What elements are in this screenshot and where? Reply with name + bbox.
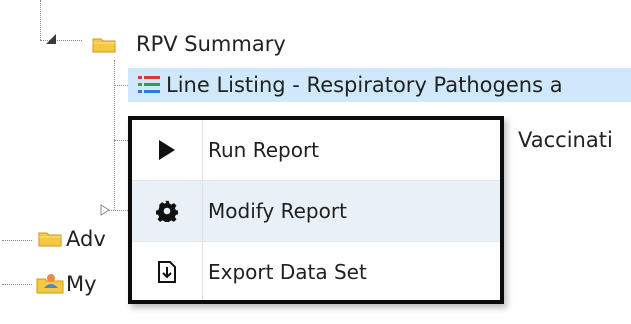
menu-item-label: Run Report bbox=[208, 138, 320, 162]
list-icon bbox=[138, 76, 160, 93]
menu-icon-column-divider bbox=[202, 120, 203, 300]
tree-connector bbox=[2, 240, 32, 241]
menu-item-label: Modify Report bbox=[208, 199, 347, 223]
user-folder-icon bbox=[36, 274, 64, 294]
tree-item-vaccination-partial[interactable]: Vaccinati bbox=[518, 126, 613, 154]
context-menu: Run Report Modify Report Export Data Set bbox=[128, 116, 504, 304]
tree-connector bbox=[114, 60, 115, 210]
tree-connector bbox=[40, 0, 41, 40]
menu-item-export-data-set[interactable]: Export Data Set bbox=[132, 242, 500, 302]
folder-icon bbox=[38, 232, 62, 247]
export-icon bbox=[132, 242, 202, 302]
tree-item-my[interactable]: My bbox=[66, 270, 97, 298]
collapse-arrow-icon[interactable] bbox=[44, 32, 58, 46]
menu-item-modify-report[interactable]: Modify Report bbox=[132, 181, 500, 241]
gear-icon bbox=[132, 181, 202, 241]
tree-item-rpv-summary[interactable]: RPV Summary bbox=[136, 30, 286, 58]
menu-item-label: Export Data Set bbox=[208, 260, 367, 284]
expand-arrow-icon[interactable] bbox=[100, 204, 110, 216]
tree-item-adv[interactable]: Adv bbox=[66, 225, 106, 253]
play-icon bbox=[132, 120, 202, 180]
folder-icon bbox=[92, 38, 116, 53]
tree-connector bbox=[2, 284, 32, 285]
menu-item-run-report[interactable]: Run Report bbox=[132, 120, 500, 180]
tree-item-label: Line Listing - Respiratory Pathogens a bbox=[166, 73, 563, 97]
